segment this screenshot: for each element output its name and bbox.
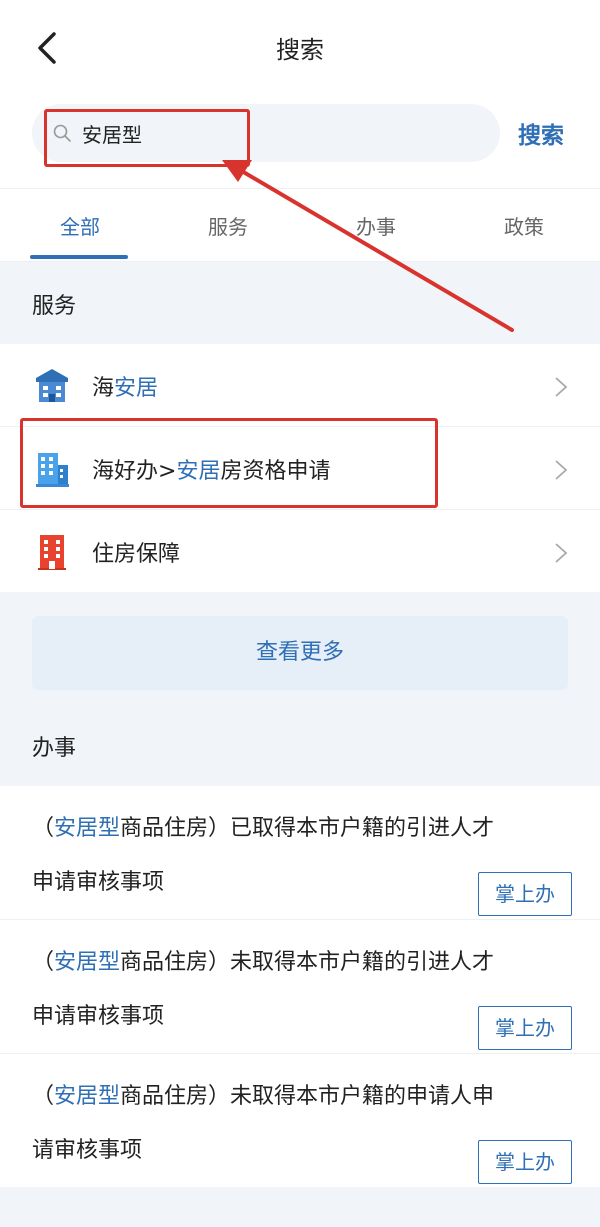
active-tab-indicator: [30, 255, 128, 259]
service-item-housing-security[interactable]: 住房保障: [0, 510, 600, 592]
chevron-right-icon: [555, 377, 568, 397]
services-list: 海安居 海好办>安居房资格申请 住房保障: [0, 344, 600, 592]
office-building-icon: [36, 453, 69, 487]
bottom-spacer: [0, 1187, 600, 1227]
view-more-section: 查看更多: [0, 592, 600, 704]
search-input[interactable]: [82, 104, 462, 162]
service-item-haianju[interactable]: 海安居: [0, 344, 600, 427]
mobile-handle-button[interactable]: 掌上办: [478, 872, 572, 916]
matter-item[interactable]: （安居型商品住房）未取得本市户籍的申请人申 请审核事项 掌上办: [0, 1054, 600, 1187]
matter-item[interactable]: （安居型商品住房）未取得本市户籍的引进人才 申请审核事项 掌上办: [0, 920, 600, 1054]
matters-heading-label: 办事: [32, 736, 77, 761]
chevron-right-icon: [555, 460, 568, 480]
services-heading-label: 服务: [32, 294, 77, 319]
view-more-button[interactable]: 查看更多: [32, 616, 568, 690]
matter-title-line2: 请审核事项: [32, 1138, 143, 1163]
tab-policies[interactable]: 政策: [474, 211, 574, 240]
search-box[interactable]: [32, 104, 500, 162]
service-item-label: 住房保障: [92, 542, 181, 567]
service-item-haohaoban-anju[interactable]: 海好办>安居房资格申请: [0, 427, 600, 510]
matter-title-line1: （安居型商品住房）未取得本市户籍的申请人申: [32, 1084, 495, 1109]
services-heading: 服务: [0, 262, 600, 344]
building-blue-icon: [36, 369, 68, 402]
tab-bar: 全部 服务 办事 政策: [0, 188, 600, 262]
matter-title-line1: （安居型商品住房）已取得本市户籍的引进人才: [32, 816, 495, 841]
chevron-right-icon: [555, 543, 568, 563]
search-button[interactable]: 搜索: [518, 116, 564, 150]
matter-item[interactable]: （安居型商品住房）已取得本市户籍的引进人才 申请审核事项 掌上办: [0, 786, 600, 920]
search-bar: 搜索: [0, 92, 600, 188]
matters-list: （安居型商品住房）已取得本市户籍的引进人才 申请审核事项 掌上办 （安居型商品住…: [0, 786, 600, 1187]
matter-title-line2: 申请审核事项: [32, 870, 165, 895]
page-title: 搜索: [276, 36, 324, 64]
search-icon: [53, 124, 71, 142]
tab-matters[interactable]: 办事: [326, 211, 426, 240]
service-item-label: 海安居: [92, 376, 159, 401]
tab-services[interactable]: 服务: [178, 211, 278, 240]
mobile-handle-button[interactable]: 掌上办: [478, 1006, 572, 1050]
matter-title-line1: （安居型商品住房）未取得本市户籍的引进人才: [32, 950, 495, 975]
building-red-icon: [38, 535, 66, 570]
matters-heading: 办事: [0, 704, 600, 786]
service-item-label: 海好办>安居房资格申请: [92, 459, 331, 484]
top-panel: 搜索 搜索 全部 服务 办事 政策: [0, 0, 600, 262]
mobile-handle-button[interactable]: 掌上办: [478, 1140, 572, 1184]
header-bar: 搜索: [0, 0, 600, 92]
tab-all[interactable]: 全部: [30, 211, 130, 240]
matter-title-line2: 申请审核事项: [32, 1004, 165, 1029]
